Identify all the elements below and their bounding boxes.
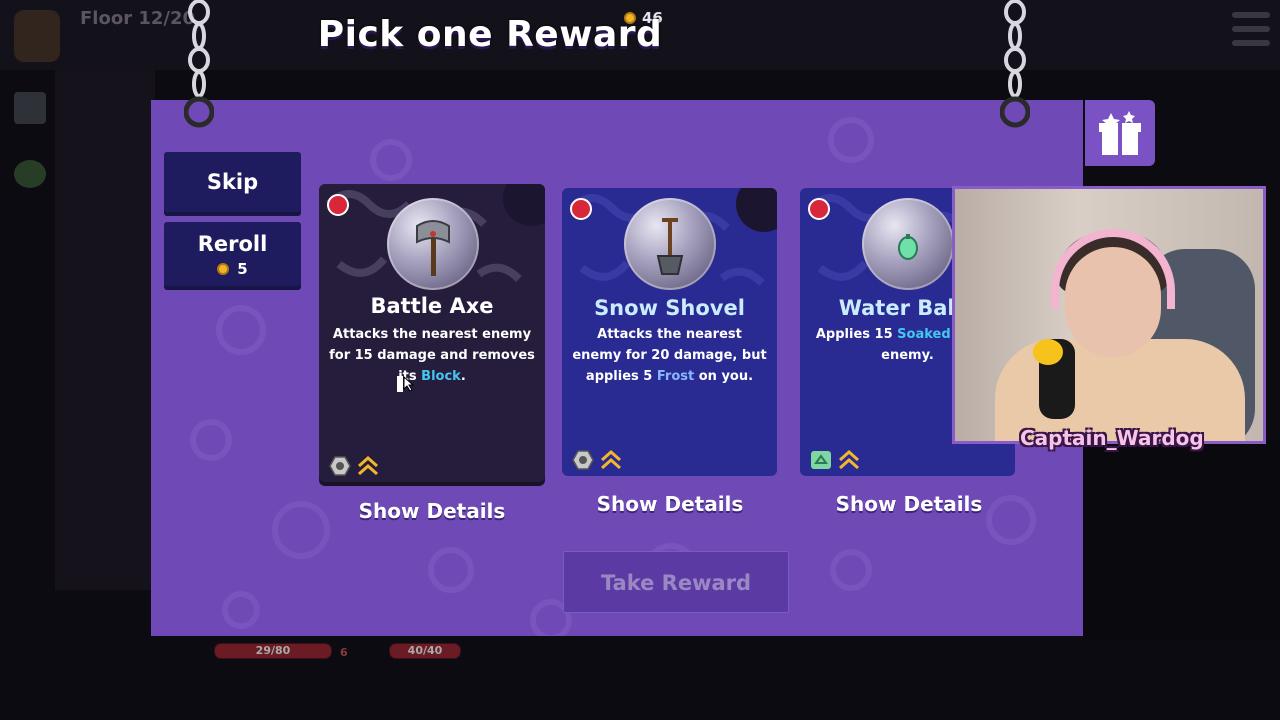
rarity-icon <box>570 198 592 220</box>
game-right-panel <box>1082 440 1280 640</box>
show-details-battle-axe[interactable]: Show Details <box>319 499 545 523</box>
map-icon[interactable] <box>14 92 46 124</box>
show-details-water-balloon[interactable]: Show Details <box>796 492 1022 516</box>
rarity-icon <box>327 194 349 216</box>
chain-right-icon <box>1000 0 1030 128</box>
companion-icon[interactable] <box>14 160 46 188</box>
card-description: Attacks the nearest enemy for 20 damage,… <box>572 327 767 384</box>
snow-shovel-icon <box>624 198 716 290</box>
upgrade-chevron-icon <box>839 450 859 470</box>
nut-icon <box>329 456 351 476</box>
keyword-frost: Frost <box>656 369 695 384</box>
keyword-soaked: Soaked <box>897 327 951 342</box>
reroll-label: Reroll <box>197 232 268 256</box>
rarity-icon <box>808 198 830 220</box>
card-title: Battle Axe <box>370 294 494 318</box>
rubber-duck-icon <box>1033 339 1063 365</box>
nut-icon <box>572 450 594 470</box>
gift-box-icon <box>1085 100 1155 166</box>
take-reward-button[interactable]: Take Reward <box>563 551 789 613</box>
reroll-cost-value: 5 <box>237 260 248 278</box>
coin-icon <box>217 263 230 275</box>
card-tags <box>810 450 860 470</box>
health-extra: 6 <box>340 646 348 659</box>
show-details-snow-shovel[interactable]: Show Details <box>557 492 783 516</box>
reward-card-snow-shovel[interactable]: Snow Shovel Attacks the nearest enemy fo… <box>562 188 777 476</box>
secondary-health-bar: 40/40 <box>389 643 461 659</box>
card-tags <box>329 456 379 476</box>
reroll-button[interactable]: Reroll 5 <box>164 222 301 286</box>
reroll-cost: 5 <box>164 260 301 278</box>
water-balloon-icon <box>862 198 954 290</box>
keyword-block: Block <box>421 369 461 384</box>
menu-icon[interactable] <box>1232 12 1270 46</box>
player-health-bar: 29/80 <box>214 643 332 659</box>
game-left-panel <box>55 70 155 590</box>
recycle-icon <box>811 451 831 469</box>
card-title: Snow Shovel <box>594 296 745 320</box>
streamer-name: Captain_Wardog <box>1020 426 1204 450</box>
battle-axe-icon <box>387 198 479 290</box>
chain-left-icon <box>184 0 214 128</box>
modal-title: Pick one Reward <box>317 14 663 55</box>
skip-button[interactable]: Skip <box>164 152 301 212</box>
card-tags <box>572 450 622 470</box>
card-description: Attacks the nearest enemy for 15 damage … <box>329 327 535 384</box>
webcam-overlay <box>952 186 1266 444</box>
upgrade-chevron-icon <box>601 450 621 470</box>
reward-card-battle-axe[interactable]: Battle Axe Attacks the nearest enemy for… <box>319 184 545 482</box>
upgrade-chevron-icon <box>358 456 378 476</box>
mouse-cursor-icon <box>397 376 415 392</box>
